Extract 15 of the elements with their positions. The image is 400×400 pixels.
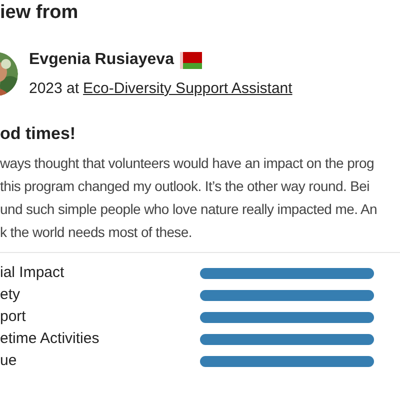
review-text-line: ways thought that volunteers would have an impact on the prog (0, 154, 374, 173)
rating-label: port (0, 306, 27, 327)
rating-label: etime Activities (0, 328, 100, 349)
review-text-line: k the world needs most of these. (0, 223, 192, 242)
program-link[interactable]: Eco-Diversity Support Assistant (83, 78, 292, 100)
reviewer-name: Evgenia Rusiayeva (29, 50, 174, 70)
review-year: 2023 at (29, 79, 80, 99)
rating-label: ety (0, 284, 22, 305)
rating-label: ue (0, 350, 18, 371)
review-text-line: this program changed my outlook. It’s the other way round. Bei (0, 177, 370, 196)
flag-icon (180, 52, 202, 68)
review-text-line: und such simple people who love nature really impacted me. An (0, 200, 378, 219)
section-heading: iew from (0, 1, 80, 22)
review-title: od times! (0, 122, 77, 144)
rating-label: ial Impact (0, 262, 66, 283)
